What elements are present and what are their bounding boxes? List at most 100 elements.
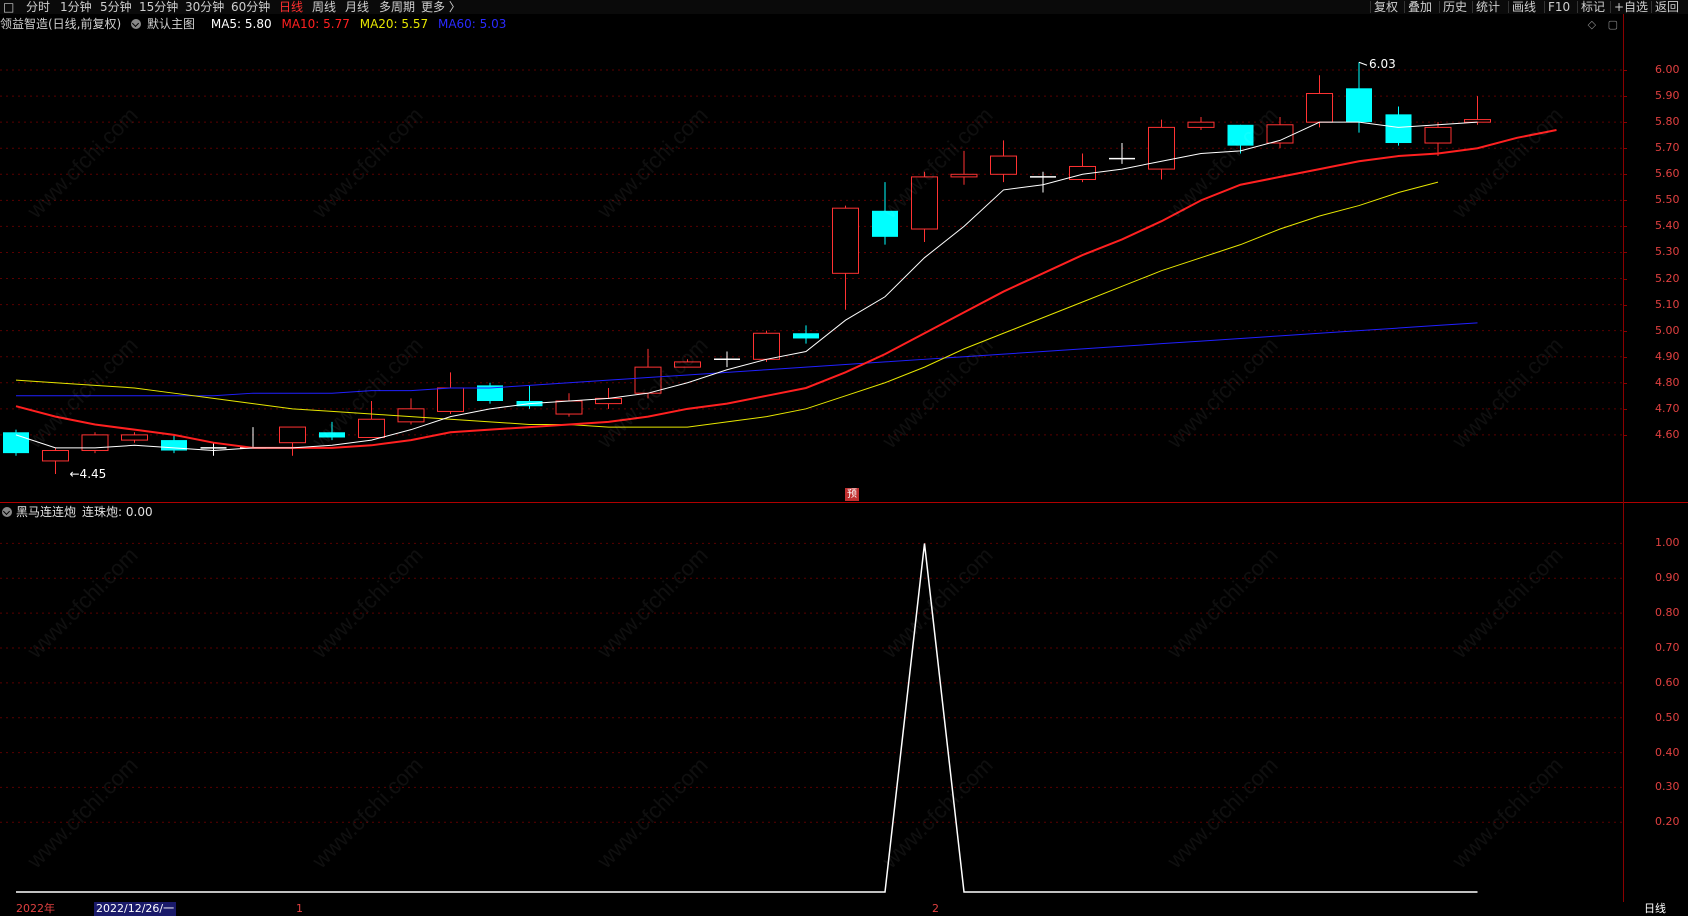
price-tick — [1623, 356, 1627, 358]
period-tab-1[interactable]: 1分钟 — [60, 0, 92, 14]
menu-icon[interactable]: □ — [3, 0, 14, 14]
year-label: 2022年 — [16, 902, 55, 915]
tool-separator — [1472, 1, 1473, 13]
candle-body-up — [121, 434, 148, 441]
price-tick-label: 4.60 — [1655, 427, 1680, 441]
price-tick — [1623, 304, 1627, 306]
period-tab-5[interactable]: 60分钟 — [231, 0, 270, 14]
price-tick-label: 4.70 — [1655, 401, 1680, 415]
candle-body-up — [1464, 119, 1491, 123]
candle-body-up — [555, 400, 583, 415]
candle-body-down — [1227, 124, 1254, 146]
candle-body-up — [437, 387, 464, 412]
square-icon[interactable]: ▢ — [1608, 18, 1618, 31]
ma10-line — [15, 129, 1557, 449]
forecast-badge: 预 — [845, 488, 859, 501]
tool-button-6[interactable]: 标记 — [1581, 0, 1605, 14]
price-tick — [1623, 70, 1627, 72]
candle-body-up — [358, 418, 385, 438]
tool-separator — [1508, 1, 1509, 13]
axis-divider — [1623, 14, 1624, 902]
price-tick-label: 5.80 — [1655, 115, 1680, 129]
price-tick-label: 5.90 — [1655, 89, 1680, 103]
month-mark-2: 2 — [932, 902, 939, 915]
period-tab-3[interactable]: 15分钟 — [139, 0, 178, 14]
tool-button-7[interactable]: +自选 — [1614, 0, 1648, 14]
indicator-tick-label: 1.00 — [1655, 536, 1680, 550]
tool-separator — [1370, 1, 1371, 13]
ma60-line — [16, 322, 1478, 397]
tool-button-3[interactable]: 统计 — [1476, 0, 1500, 14]
candle-body-up — [397, 408, 425, 423]
ma10-label: MA10: 5.77 — [281, 17, 350, 31]
price-tick-label: 6.00 — [1655, 63, 1680, 77]
price-tick-label: 5.00 — [1655, 323, 1680, 337]
indicator-tick-label: 0.80 — [1655, 606, 1680, 620]
template-label: 默认主图 — [147, 17, 196, 31]
tool-button-2[interactable]: 历史 — [1443, 0, 1467, 14]
cursor-date-label: 2022/12/26/一 — [94, 902, 177, 916]
panel-divider — [0, 502, 1688, 503]
period-tab-10[interactable]: 更多 〉 — [421, 0, 461, 14]
high-marker — [1358, 61, 1368, 66]
period-toolbar: 分时 1分钟 5分钟 15分钟 30分钟 60分钟 日线 周线 月线 多周期 更多 〉 复权 叠加 历史统… — [0, 0, 1688, 14]
candle-body-up — [990, 155, 1017, 175]
price-tick-label: 5.50 — [1655, 193, 1680, 207]
candlestick-chart[interactable]: 6.03 ←4.45 — [0, 32, 1623, 502]
price-tick — [1623, 408, 1627, 410]
chevron-down-icon[interactable] — [131, 19, 142, 29]
candle-body-up — [634, 366, 662, 394]
candle-body-down — [319, 432, 345, 438]
template-selector[interactable]: 默认主图 — [131, 17, 201, 31]
price-tick-label: 4.90 — [1655, 349, 1680, 363]
period-tab-4[interactable]: 30分钟 — [185, 0, 224, 14]
candle-body-down — [1346, 88, 1372, 123]
stock-title: 领益智造(日线,前复权) — [0, 17, 122, 31]
candle-body-up — [42, 450, 69, 462]
price-tick-label: 5.10 — [1655, 297, 1680, 311]
candle-body-up — [674, 361, 701, 368]
tool-button-8[interactable]: 返回 — [1655, 0, 1679, 14]
tool-separator — [1651, 1, 1652, 13]
period-tab-9[interactable]: 多周期 — [379, 0, 415, 14]
tool-button-4[interactable]: 画线 — [1512, 0, 1536, 14]
period-tab-8[interactable]: 月线 — [345, 0, 369, 14]
price-tick-label: 5.30 — [1655, 245, 1680, 259]
ma5-label: MA5: 5.80 — [210, 17, 272, 31]
price-tick-label: 4.80 — [1655, 375, 1680, 389]
price-tick — [1623, 96, 1627, 98]
tool-separator — [1439, 1, 1440, 13]
ma60-label: MA60: 5.03 — [437, 17, 507, 31]
indicator-tick-label: 0.70 — [1655, 641, 1680, 654]
candle-body-up — [753, 332, 780, 360]
price-tick-label: 5.20 — [1655, 271, 1680, 285]
price-tick-label: 5.60 — [1655, 167, 1680, 181]
month-mark-1: 1 — [296, 902, 303, 915]
price-tick — [1623, 278, 1627, 280]
indicator-tick-label: 0.40 — [1655, 745, 1680, 759]
tool-button-1[interactable]: 叠加 — [1408, 0, 1432, 14]
period-label[interactable]: 日线 — [1644, 902, 1666, 916]
tool-button-5[interactable]: F10 — [1548, 0, 1570, 14]
price-tick — [1623, 382, 1627, 384]
period-tab-0[interactable]: 分时 — [26, 0, 50, 14]
period-tab-2[interactable]: 5分钟 — [100, 0, 132, 14]
tool-separator — [1544, 1, 1545, 13]
candle-body-up — [1306, 93, 1333, 123]
price-tick — [1623, 122, 1627, 124]
candle-body-up — [1424, 126, 1452, 144]
candle-body-down — [1385, 114, 1412, 144]
candle-body-up — [950, 173, 978, 178]
diamond-icon[interactable]: ◇ — [1588, 18, 1596, 31]
indicator-tick-label: 0.30 — [1655, 780, 1680, 794]
price-tick — [1623, 226, 1627, 228]
period-tab-7[interactable]: 周线 — [312, 0, 336, 14]
tool-button-0[interactable]: 复权 — [1374, 0, 1398, 14]
candle-body-up — [832, 207, 859, 274]
ma20-label: MA20: 5.57 — [359, 17, 429, 31]
indicator-chart[interactable] — [0, 504, 1623, 902]
candle-body-down — [793, 333, 819, 339]
period-tab-6[interactable]: 日线 — [279, 0, 303, 14]
price-tick — [1623, 174, 1627, 176]
low-price-label: ←4.45 — [70, 467, 107, 481]
